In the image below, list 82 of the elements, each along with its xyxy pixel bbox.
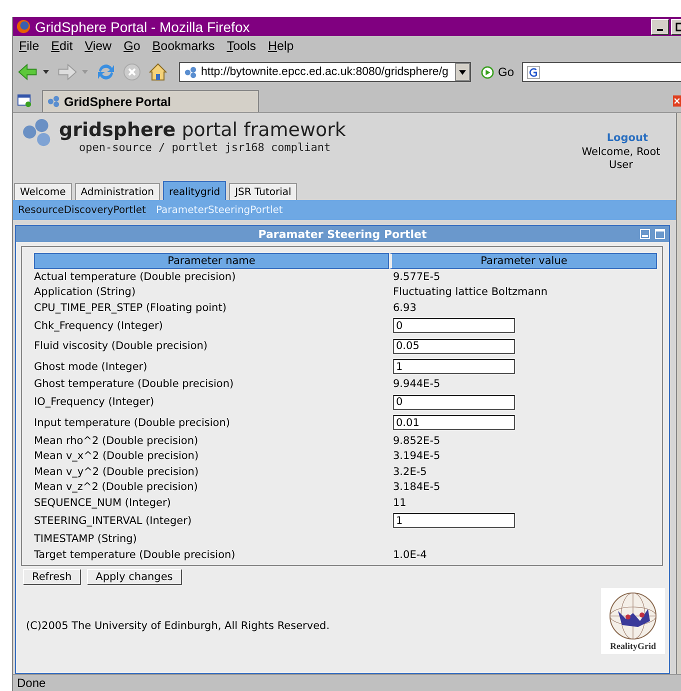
browser-tab[interactable]: GridSphere Portal	[42, 90, 259, 112]
menu-item[interactable]: Edit	[51, 39, 73, 53]
globe-icon	[608, 591, 658, 641]
parameter-name: Actual temperature (Double precision)	[34, 270, 237, 285]
window-title: GridSphere Portal - Mozilla Firefox	[35, 18, 250, 34]
form-button[interactable]: Refresh	[23, 569, 81, 585]
tab[interactable]: Administration	[74, 183, 160, 200]
portlet-title: Paramater Steering Portlet	[258, 228, 427, 240]
forward-arrow-icon[interactable]	[56, 62, 78, 82]
dots-icon	[184, 66, 197, 78]
value-field[interactable]: 0	[393, 394, 515, 410]
parameter-name: CPU_TIME_PER_STEP (Floating point)	[34, 300, 228, 316]
column-header: Parameter name	[34, 253, 389, 269]
search-engine-icon	[527, 66, 540, 78]
play-icon[interactable]	[481, 66, 494, 78]
column-header: Parameter value	[389, 253, 657, 269]
menu-item[interactable]: View	[84, 39, 112, 53]
value-field[interactable]: 0	[393, 318, 515, 334]
dots-icon	[47, 95, 60, 108]
welcome-text: Welcome, Root User	[580, 146, 662, 172]
parameter-name: Mean v_x^2 (Double precision)	[34, 449, 200, 464]
parameter-name: Mean rho^2 (Double precision)	[34, 434, 200, 448]
parameter-name: Mean v_y^2 (Double precision)	[34, 464, 200, 480]
maximize-icon[interactable]	[655, 229, 665, 239]
parameter-value: 9.852E-5	[392, 434, 442, 448]
parameter-name: Application (String)	[34, 285, 137, 300]
value-field[interactable]: 1	[393, 359, 515, 374]
globe-icon	[16, 19, 31, 34]
parameter-name: Ghost temperature (Double precision)	[34, 377, 235, 392]
form-button[interactable]: Apply changes	[86, 569, 182, 585]
parameter-value: 3.184E-5	[392, 480, 442, 496]
parameter-value: 3.194E-5	[392, 449, 442, 464]
parameter-value: 3.2E-5	[392, 464, 428, 480]
parameter-name: Ghost mode (Integer)	[34, 360, 148, 375]
value-field[interactable]: 0.05	[393, 338, 515, 354]
logo-text: gridsphere portal framework	[59, 119, 346, 141]
minimize-button[interactable]	[651, 18, 669, 34]
address-field[interactable]: http://bytownite.epcc.ed.ac.uk:8080/gridsphere/g	[179, 62, 471, 82]
menu-item[interactable]: Help	[268, 39, 294, 53]
sub-tab[interactable]: ResourceDiscoveryPortlet	[18, 204, 146, 216]
parameter-value: 1.0E-4	[392, 548, 428, 562]
parameter-name: Mean v_z^2 (Double precision)	[34, 480, 199, 496]
parameter-name: STEERING_INTERVAL (Integer)	[34, 514, 193, 529]
menu-item[interactable]: File	[19, 39, 40, 53]
tagline: open-source / portlet jsr168 compliant	[78, 141, 332, 154]
parameter-value: 6.93	[392, 300, 418, 316]
stop-icon[interactable]	[121, 62, 143, 82]
parameter-name: Fluid viscosity (Double precision)	[34, 339, 208, 354]
caret-icon[interactable]	[43, 70, 49, 74]
value-field[interactable]: 1	[393, 513, 515, 528]
parameter-value: 9.577E-5	[392, 270, 442, 285]
tab[interactable]: JSR Tutorial	[229, 183, 298, 200]
parameter-name: TIMESTAMP (String)	[34, 532, 138, 547]
parameter-name: IO_Frequency (Integer)	[34, 395, 156, 410]
reload-icon[interactable]	[95, 62, 117, 82]
search-field[interactable]	[522, 62, 681, 82]
status-bar: Done	[13, 674, 681, 691]
tab[interactable]: Welcome	[14, 183, 72, 200]
go-button[interactable]: Go	[498, 65, 514, 79]
copyright-text: (C)2005 The University of Edinburgh, All Rights Reserved.	[26, 620, 330, 632]
menu-item[interactable]: Go	[124, 39, 140, 53]
parameter-name: Chk_Frequency (Integer)	[34, 318, 164, 334]
parameter-value: 11	[392, 496, 408, 511]
tab[interactable]: realitygrid	[162, 181, 226, 200]
minimize-icon	[657, 28, 663, 30]
home-icon[interactable]	[147, 62, 169, 82]
caret-icon	[459, 70, 466, 74]
menu-item[interactable]: Tools	[226, 39, 256, 53]
logout-link[interactable]: Logout	[576, 132, 648, 144]
parameter-name: Target temperature (Double precision)	[34, 548, 236, 562]
parameter-name: SEQUENCE_NUM (Integer)	[34, 496, 172, 511]
reality-grid-logo: RealityGrid	[601, 588, 665, 654]
minimize-icon[interactable]	[640, 229, 650, 239]
dropdown-button[interactable]	[455, 63, 470, 81]
scrollbar[interactable]	[677, 113, 681, 674]
parameter-value: Fluctuating lattice Boltzmann	[392, 285, 549, 300]
new-tab-icon[interactable]	[17, 93, 32, 108]
parameter-value: 9.944E-5	[392, 377, 442, 392]
menu-item[interactable]: Bookmarks	[152, 39, 215, 53]
parameter-name: Input temperature (Double precision)	[34, 416, 231, 431]
value-field[interactable]: 0.01	[393, 415, 515, 430]
close-icon[interactable]	[673, 95, 681, 107]
